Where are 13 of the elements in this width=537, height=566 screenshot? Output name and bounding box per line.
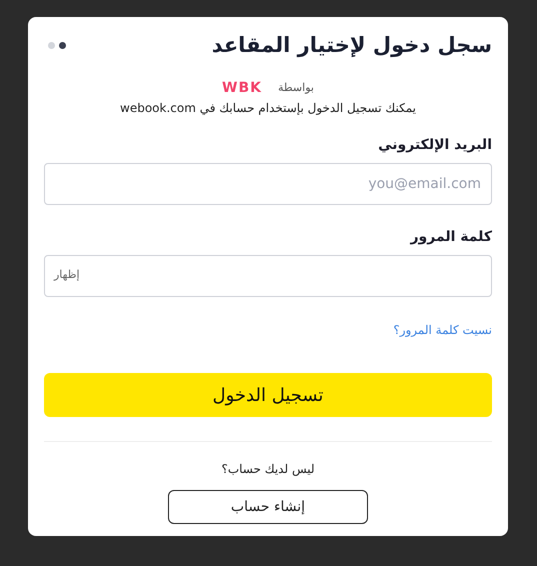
dialog-title: سجل دخول لإختيار المقاعد <box>212 33 492 58</box>
input-field[interactable] <box>44 255 492 298</box>
field-label: كلمة المرور <box>408 228 492 248</box>
signup-prompt: ليس لديك حساب؟ <box>220 461 316 478</box>
forgot-password-link[interactable]: نسيت كلمة المرور؟ <box>393 323 492 338</box>
input-field[interactable]: you@email.com <box>44 163 492 206</box>
create-account-button[interactable]: إنشاء حساب <box>168 490 368 524</box>
brand-logo: WBK <box>222 79 262 98</box>
show-password-button[interactable]: إظهار <box>54 267 80 284</box>
field-label: البريد الإلكتروني <box>377 136 492 156</box>
subtitle: يمكنك تسجيل الدخول بإستخدام حسابك في webook.com <box>119 100 417 118</box>
by-label: بواسطة <box>278 80 314 96</box>
login-button[interactable]: تسجيل الدخول <box>44 373 492 418</box>
